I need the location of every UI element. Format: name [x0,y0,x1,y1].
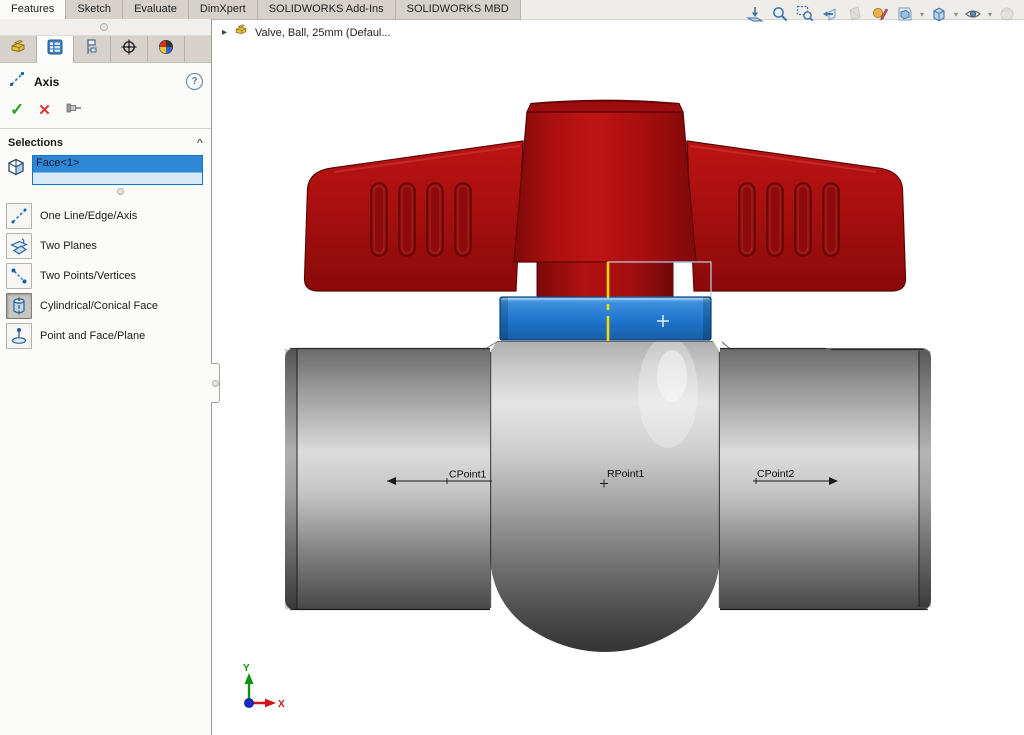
tab-solidworks-mbd[interactable]: SOLIDWORKS MBD [396,0,521,19]
point-and-face-plane-icon[interactable] [6,323,32,349]
tab-evaluate[interactable]: Evaluate [123,0,189,19]
part-tree-icon [8,37,28,62]
selection-item-face1[interactable]: Face<1> [33,156,202,173]
one-line-edge-axis-icon[interactable] [6,203,32,229]
handle-boss-cap [527,100,683,112]
selections-group-header[interactable]: Selections ^ [0,129,211,153]
listbox-resize-row [0,185,211,199]
pm-action-bar: ✓ ✕ [0,98,211,129]
panel-resize-dot[interactable] [212,380,219,387]
svg-text:RPoint1: RPoint1 [607,468,645,480]
option-point-and-face-plane[interactable]: Point and Face/Plane [6,323,211,349]
two-points-vertices-icon[interactable] [6,263,32,289]
tab-configuration-manager[interactable] [74,36,111,62]
hide-show-items-icon[interactable] [962,3,984,25]
hide-show-dropdown-icon[interactable]: ▾ [988,10,992,19]
option-two-planes[interactable]: Two Planes [6,233,211,259]
view-settings-icon [996,3,1018,25]
display-style-dropdown-icon[interactable]: ▾ [954,10,958,19]
listbox-resize-handle[interactable] [117,188,124,195]
pin-icon[interactable] [65,101,83,120]
valve-model: CPoint1 RPoint1 CPoint2 Y X [212,19,1024,735]
manager-tab-bar [0,36,211,63]
tab-property-manager[interactable] [37,36,74,63]
configuration-manager-icon [82,37,102,62]
handle-boss[interactable] [514,112,696,262]
section-view-icon [844,3,866,25]
display-style-icon[interactable] [928,3,950,25]
zoom-to-fit-icon[interactable] [744,3,766,25]
svg-text:CPoint2: CPoint2 [757,468,795,480]
cancel-button[interactable]: ✕ [38,101,51,119]
cylindrical-conical-face-icon[interactable] [6,293,32,319]
ribbon-tab-bar: Features Sketch Evaluate DimXpert SOLIDW… [0,0,521,20]
selection-listbox[interactable]: Face<1> [32,155,203,185]
previous-view-icon[interactable] [819,3,841,25]
display-manager-icon [156,37,176,62]
selected-face-band[interactable] [500,297,711,340]
active-part-name[interactable]: Valve, Ball, 25mm (Defaul... [255,27,391,39]
headsup-toolbar: ▾ ▾ ▾ [744,3,1018,25]
valve-handle[interactable] [304,100,905,297]
breadcrumb[interactable]: ▸ Valve, Ball, 25mm (Defaul... [222,22,391,43]
panel-top-splitter[interactable] [0,19,211,36]
collapse-chevron-icon[interactable]: ^ [197,138,203,148]
option-two-points-vertices[interactable]: Two Points/Vertices [6,263,211,289]
handle-stem[interactable] [537,262,673,297]
tab-solidworks-add-ins[interactable]: SOLIDWORKS Add-Ins [258,0,396,19]
tab-dimxpert[interactable]: DimXpert [189,0,258,19]
apply-scene-icon[interactable] [894,3,916,25]
page-title: Axis [34,75,178,89]
selection-row: Face<1> [0,153,211,185]
axis-feature-icon [8,70,26,93]
apply-scene-dropdown-icon[interactable]: ▾ [920,10,924,19]
edit-appearance-icon[interactable] [869,3,891,25]
ok-button[interactable]: ✓ [10,100,24,120]
help-icon[interactable]: ? [186,73,203,90]
solidworks-window: Features Sketch Evaluate DimXpert SOLIDW… [0,0,1024,735]
tab-sketch[interactable]: Sketch [66,0,123,19]
tab-display-manager[interactable] [148,36,185,62]
property-manager-panel: Axis ? ✓ ✕ Selections ^ Face<1> [0,19,212,735]
triad-y-label: Y [243,663,250,674]
tab-dimxpert-manager[interactable] [111,36,148,62]
property-manager-header: Axis ? [0,63,211,98]
property-manager-icon [45,37,65,62]
panel-resize-handle[interactable] [211,363,220,403]
graphics-area[interactable]: ▸ Valve, Ball, 25mm (Defaul... [212,19,1024,735]
valve-body[interactable] [483,336,720,652]
zoom-to-area-icon[interactable] [794,3,816,25]
zoom-in-icon[interactable] [769,3,791,25]
tab-featuremanager-tree[interactable] [0,36,37,62]
svg-text:CPoint1: CPoint1 [449,469,487,481]
tab-features[interactable]: Features [0,0,66,20]
pipe-right[interactable] [720,342,931,610]
orientation-triad: Y X [243,663,285,710]
face-selection-icon [5,155,27,184]
option-one-line-edge-axis[interactable]: One Line/Edge/Axis [6,203,211,229]
tree-expand-icon[interactable]: ▸ [222,27,227,38]
triad-x-label: X [278,699,285,710]
part-icon [233,22,249,43]
two-planes-icon[interactable] [6,233,32,259]
splitter-dot[interactable] [100,23,108,31]
axis-options: One Line/Edge/Axis Two Planes Two Points… [0,199,211,349]
dimxpert-manager-icon [119,37,139,62]
option-cylindrical-conical-face[interactable]: Cylindrical/Conical Face [6,293,211,319]
